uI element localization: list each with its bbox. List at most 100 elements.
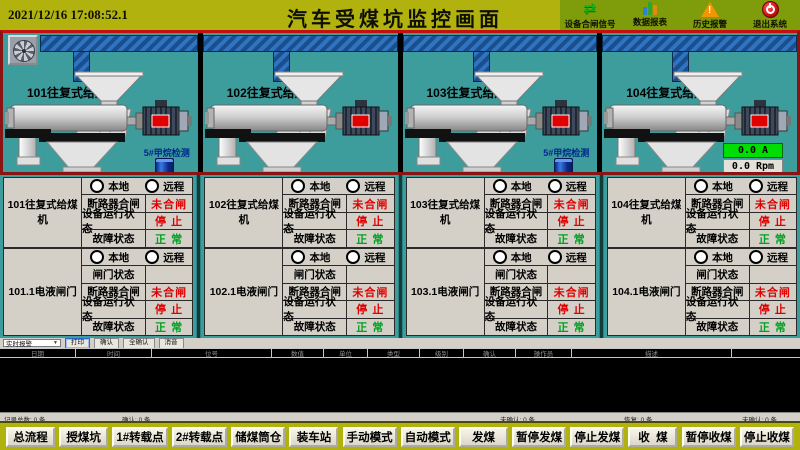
alarm-filter-dropdown[interactable]: 实时报警▼ <box>3 339 61 347</box>
local-radio[interactable]: 本地 <box>493 250 532 265</box>
btn-receive-coal[interactable]: 收 煤 <box>628 427 677 447</box>
page-title: 汽车受煤坑监控画面 <box>287 3 503 32</box>
ack-button[interactable]: 确认 <box>94 338 119 349</box>
status-row: 设备运行状态停 止 <box>82 213 192 230</box>
status-value: 停 止 <box>750 301 796 317</box>
local-radio[interactable]: 本地 <box>291 179 330 194</box>
remote-radio[interactable]: 远程 <box>749 250 788 265</box>
status-value <box>750 266 796 282</box>
alarm-toolbar: 实时报警▼ 打印 确认 全确认 消音 <box>0 338 800 348</box>
status-row: 故障状态正 常 <box>283 319 393 335</box>
status-row: 故障状态正 常 <box>485 319 595 335</box>
btn-send-coal[interactable]: 发煤 <box>459 427 508 447</box>
status-row: 设备运行状态停 止 <box>686 213 796 230</box>
remote-radio[interactable]: 远程 <box>346 250 385 265</box>
radio-icon <box>90 250 104 264</box>
radio-icon <box>548 250 562 264</box>
radio-icon <box>346 179 360 193</box>
column-header: 级别 <box>420 349 464 357</box>
speed-display: 0.0 Rpm <box>723 159 783 172</box>
status-value: 未合闸 <box>548 195 594 211</box>
btn-stop-send-coal[interactable]: 停止发煤 <box>570 427 624 447</box>
fan-icon <box>8 35 38 65</box>
status-row: 设备运行状态停 止 <box>485 301 595 318</box>
history-alarm-button[interactable]: ! 历史报警 <box>680 0 740 30</box>
radio-icon <box>291 179 305 193</box>
status-value: 正 常 <box>750 319 796 335</box>
remote-radio[interactable]: 远程 <box>749 179 788 194</box>
exit-system-button[interactable]: 退出系统 <box>740 0 800 30</box>
btn-stop-receive-coal[interactable]: 停止收煤 <box>740 427 794 447</box>
radio-icon <box>694 250 708 264</box>
status-value: 停 止 <box>750 213 796 229</box>
btn-coal-pit[interactable]: 授煤坑 <box>59 427 108 447</box>
top-button-group: ⇄ 设备合闸信号 数据报表 ! 历史报警 退出系统 <box>560 0 800 30</box>
power-icon <box>762 1 779 18</box>
column-header: 位号 <box>152 349 272 357</box>
status-value: 正 常 <box>146 230 192 246</box>
ack-all-button[interactable]: 全确认 <box>123 338 155 349</box>
mode-radio-row: 本地 远程 <box>82 249 192 266</box>
status-value: 未合闸 <box>146 284 192 300</box>
device-close-signal-button[interactable]: ⇄ 设备合闸信号 <box>560 0 620 30</box>
btn-total-flow[interactable]: 总流程 <box>6 427 55 447</box>
data-report-button[interactable]: 数据报表 <box>620 0 680 30</box>
machine-panel-label: 104往复式给煤机 <box>608 178 686 247</box>
local-radio[interactable]: 本地 <box>90 179 129 194</box>
mode-radio-row: 本地 远程 <box>283 249 393 266</box>
remote-radio[interactable]: 远程 <box>548 179 587 194</box>
radio-icon <box>548 179 562 193</box>
status-row: 闸门状态 <box>686 266 796 283</box>
status-row: 故障状态正 常 <box>686 230 796 246</box>
btn-coal-silo[interactable]: 储煤筒仓 <box>231 427 285 447</box>
status-row: 故障状态正 常 <box>82 230 192 246</box>
remote-radio[interactable]: 远程 <box>145 250 184 265</box>
status-panel-103: 103往复式给煤机 本地 远程 断路器合闸未合闸 设备运行状态停 止 故障状态正… <box>406 177 596 336</box>
status-value: 未合闸 <box>548 284 594 300</box>
column-header: 操作员 <box>516 349 572 357</box>
status-row: 闸门状态 <box>485 266 595 283</box>
remote-radio[interactable]: 远程 <box>548 250 587 265</box>
column-header: 描述 <box>572 349 732 357</box>
mode-radio-row: 本地 远程 <box>686 249 796 266</box>
btn-loading-station[interactable]: 装车站 <box>289 427 338 447</box>
local-radio[interactable]: 本地 <box>291 250 330 265</box>
status-value: 正 常 <box>347 230 393 246</box>
local-radio[interactable]: 本地 <box>694 179 733 194</box>
local-radio[interactable]: 本地 <box>90 250 129 265</box>
column-header: 时间 <box>76 349 152 357</box>
methane-detector-icon <box>155 158 174 172</box>
column-header: 数值 <box>272 349 324 357</box>
btn-auto-mode[interactable]: 自动模式 <box>401 427 455 447</box>
remote-radio[interactable]: 远程 <box>346 179 385 194</box>
machine-graphic-slot <box>205 71 393 172</box>
btn-pause-receive-coal[interactable]: 暂停收煤 <box>682 427 736 447</box>
local-radio[interactable]: 本地 <box>493 179 532 194</box>
machine-section-102: 102往复式给煤机 <box>203 33 398 172</box>
top-bar: 2021/12/16 17:08:52.1 汽车受煤坑监控画面 ⇄ 设备合闸信号… <box>0 0 800 30</box>
status-value: 未合闸 <box>750 284 796 300</box>
status-panel-102: 102往复式给煤机 本地 远程 断路器合闸未合闸 设备运行状态停 止 故障状态正… <box>204 177 394 336</box>
column-header: 日期 <box>0 349 76 357</box>
status-value: 正 常 <box>347 319 393 335</box>
transfer-arrows-icon: ⇄ <box>584 1 597 17</box>
status-row: 设备运行状态停 止 <box>82 301 192 318</box>
machine-band: 101往复式给煤机 <box>0 30 800 175</box>
local-radio[interactable]: 本地 <box>694 250 733 265</box>
gate-panel-label: 104.1电液闸门 <box>608 249 686 335</box>
remote-radio[interactable]: 远程 <box>145 179 184 194</box>
btn-transfer-point-1[interactable]: 1#转载点 <box>112 427 167 447</box>
column-header: 单位 <box>324 349 368 357</box>
machine-section-103: 103往复式给煤机 <box>403 33 598 172</box>
mode-radio-row: 本地 远程 <box>82 178 192 195</box>
status-value: 停 止 <box>347 213 393 229</box>
radio-icon <box>145 250 159 264</box>
status-value: 正 常 <box>146 319 192 335</box>
status-value: 正 常 <box>548 319 594 335</box>
btn-transfer-point-2[interactable]: 2#转载点 <box>172 427 227 447</box>
btn-manual-mode[interactable]: 手动模式 <box>343 427 397 447</box>
print-button[interactable]: 打印 <box>65 338 90 349</box>
btn-pause-send-coal[interactable]: 暂停发煤 <box>512 427 566 447</box>
column-header: 类型 <box>368 349 420 357</box>
mute-button[interactable]: 消音 <box>159 338 184 349</box>
